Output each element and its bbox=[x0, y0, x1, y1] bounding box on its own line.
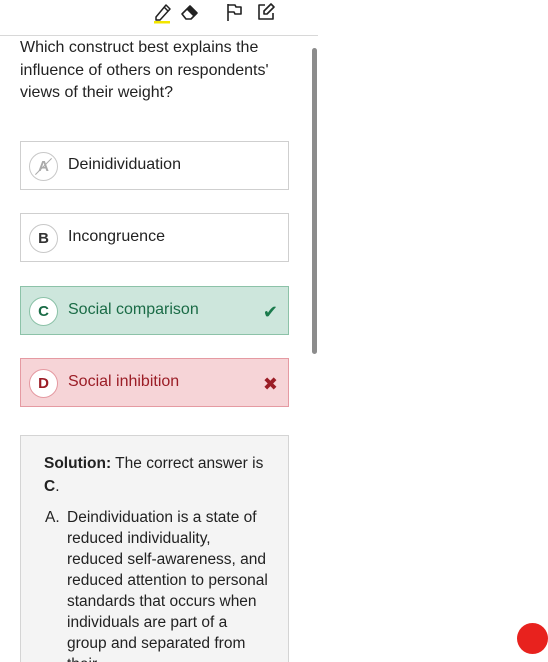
x-mark-icon: ✖ bbox=[262, 374, 278, 394]
solution-explanation-a: A. Deindividuation is a state of reduced… bbox=[45, 507, 270, 662]
choice-letter: D bbox=[29, 369, 58, 398]
choice-letter: C bbox=[29, 297, 58, 326]
flag-icon[interactable] bbox=[221, 0, 247, 24]
choice-label: Social inhibition bbox=[68, 373, 180, 390]
solution-period: . bbox=[55, 478, 60, 495]
choice-letter: B bbox=[29, 224, 58, 253]
explanation-text: Deindividuation is a state of reduced in… bbox=[67, 509, 268, 662]
choice-b[interactable]: B Incongruence bbox=[20, 213, 289, 262]
solution-heading: Solution: The correct answer is C. bbox=[44, 452, 274, 498]
checkmark-icon: ✔ bbox=[262, 302, 278, 322]
explanation-letter: A. bbox=[45, 509, 60, 526]
choice-c[interactable]: C Social comparison ✔ bbox=[20, 286, 289, 335]
choice-label: Incongruence bbox=[68, 228, 165, 245]
choice-a[interactable]: A Deinidividuation bbox=[20, 141, 289, 190]
choice-label: Social comparison bbox=[68, 301, 199, 318]
solution-panel: Solution: The correct answer is C. A. De… bbox=[20, 435, 289, 662]
toolbar bbox=[0, 0, 318, 36]
choice-letter: A bbox=[29, 152, 58, 181]
edit-note-icon[interactable] bbox=[253, 0, 279, 24]
eraser-icon[interactable] bbox=[177, 0, 203, 24]
solution-intro: The correct answer is bbox=[111, 455, 264, 472]
record-indicator[interactable] bbox=[517, 623, 548, 654]
solution-answer: C bbox=[44, 478, 56, 495]
choice-d[interactable]: D Social inhibition ✖ bbox=[20, 358, 289, 407]
highlighter-icon[interactable] bbox=[150, 0, 176, 24]
solution-label: Solution: bbox=[44, 455, 112, 472]
choice-label: Deinidividuation bbox=[68, 156, 181, 173]
scrollbar-thumb[interactable] bbox=[312, 48, 317, 354]
question-text: Which construct best explains the influe… bbox=[20, 39, 269, 101]
